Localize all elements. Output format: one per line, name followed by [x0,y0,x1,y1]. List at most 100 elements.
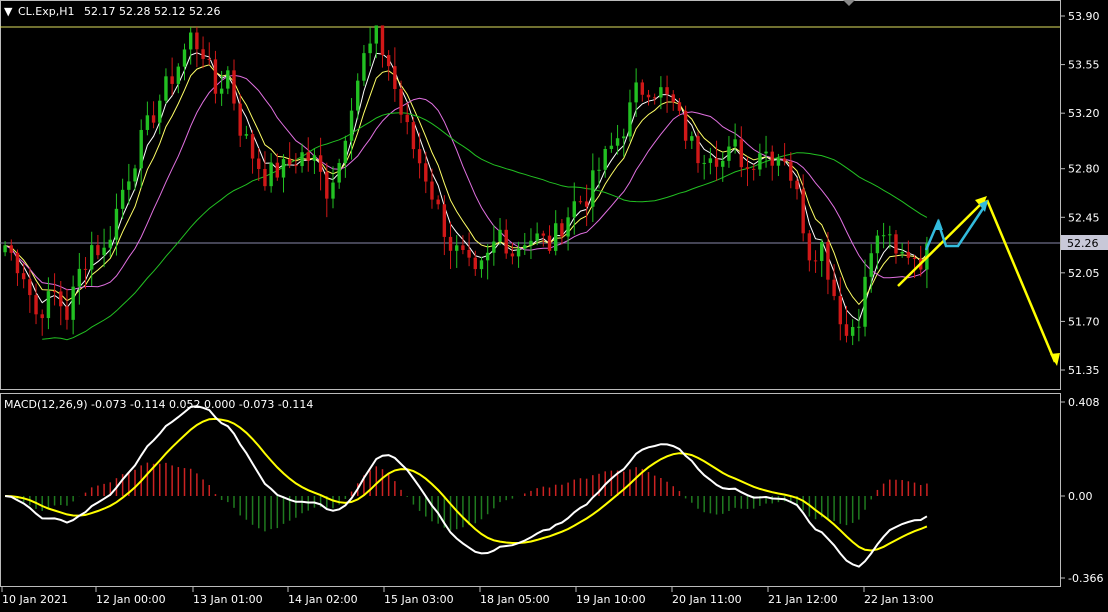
macd-axis[interactable]: 0.408 0.00 -0.366 [1060,396,1103,585]
candle-body [900,251,904,254]
macd-main-line [4,405,928,568]
candle-body [164,76,168,101]
candle-body [485,252,490,261]
candle-body [257,158,261,169]
candle-body [325,171,329,199]
candle-body [170,76,174,84]
time-tick-label: 22 Jan 13:00 [864,593,934,606]
macd-tick-label: -0.366 [1068,572,1103,585]
candle-body [603,148,607,170]
candle-body [21,273,26,280]
candle-body [145,115,150,130]
candle-body [578,201,583,203]
current-price-text: 52.26 [1067,237,1099,250]
time-axis[interactable]: 10 Jan 2021 12 Jan 00:00 13 Jan 01:00 14 Ja… [1,587,934,606]
price-panel-frame [0,0,1061,390]
candle-body [368,43,372,54]
candle-body [219,88,224,94]
candle-body [176,66,181,84]
candle-body [764,151,768,154]
candle-body [665,87,669,95]
candle-body [714,158,719,167]
candle-body [158,100,162,123]
arrow-cyan-head-1 [934,219,943,230]
price-axis[interactable]: 53.90 53.55 53.20 52.80 52.45 52.05 51.70 51.35 [1060,10,1100,377]
symbol-label: CL.Exp,H1 [18,5,75,18]
menu-arrow-icon[interactable]: ▼ [4,5,13,18]
candle-body [832,279,836,297]
arrow-yellow-down-head [1050,353,1060,366]
candle-body [702,162,706,164]
candle-body [789,161,793,181]
candle-body [782,158,787,162]
candle-body [634,82,638,103]
candle-body [393,66,397,89]
trading-chart-window[interactable]: ▼ CL.Exp,H1 52.17 52.28 52.12 52.26 MACD… [0,0,1108,608]
candle-body [77,268,82,287]
candle-body [182,49,187,67]
candle-body [473,257,477,270]
ohlc-label: 52.17 52.28 52.12 52.26 [84,5,220,18]
candle-body [516,248,521,257]
candle-body [776,158,781,166]
candle-body [448,236,453,251]
candle-body [374,25,378,44]
candle-body [467,249,471,258]
chart-shift-marker[interactable] [843,0,855,6]
candle-body [708,158,713,163]
time-tick-label: 13 Jan 01:00 [193,593,263,606]
candle-body [813,260,818,262]
candle-body [529,240,533,246]
macd-signal-line [5,417,928,552]
candle-body [281,159,286,178]
candle-body [535,233,539,241]
time-tick-label: 18 Jan 05:00 [480,593,550,606]
candle-body [343,140,348,164]
candle-body [250,134,255,159]
time-tick-label: 15 Jan 03:00 [384,593,454,606]
candle-body [207,58,211,60]
candle-body [807,233,812,261]
forecast-arrows[interactable] [897,196,1060,366]
candle-body [591,170,595,207]
candle-body [312,155,317,161]
candle-body [850,327,855,336]
candle-body [541,233,546,236]
candle-body [46,291,51,319]
time-tick-label: 19 Jan 10:00 [576,593,646,606]
candle-body [566,217,570,237]
candle-body [405,114,409,123]
candle-body [275,162,280,178]
candle-body [108,239,112,248]
candle-body [52,291,57,293]
candle-body [492,241,496,253]
candle-body [133,168,137,182]
candle-body [554,223,558,251]
candle-body [912,257,917,259]
candle-body [504,229,508,254]
candle-body [417,149,422,164]
candle-body [888,234,892,236]
candle-body [356,80,360,111]
candle-body [455,245,459,251]
candle-body [59,291,63,307]
candle-body [881,235,886,237]
candle-body [869,253,873,277]
chart-canvas[interactable]: ▼ CL.Exp,H1 52.17 52.28 52.12 52.26 MACD… [0,0,1108,608]
candle-body [442,204,447,237]
candle-body [609,145,614,149]
candle-body [40,314,44,319]
candle-body [523,245,527,249]
candle-body [318,155,323,172]
candle-body [745,167,750,169]
candle-body [238,103,242,136]
candle-body [547,235,552,251]
price-tick-label: 51.35 [1068,364,1100,377]
arrow-yellow-down[interactable] [985,199,1057,363]
macd-lines [4,405,928,568]
candle-body [9,245,13,253]
candle-body [801,189,805,234]
candle-body [34,295,38,315]
candle-body [498,229,502,242]
candle-body [151,115,156,123]
